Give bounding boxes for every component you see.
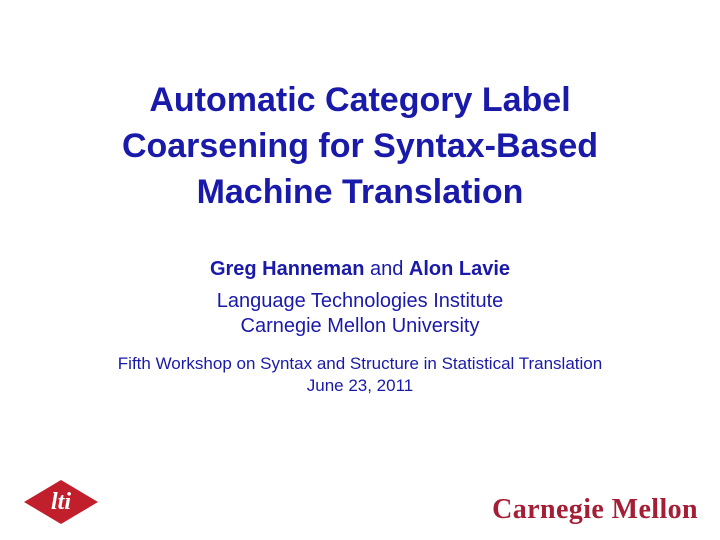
- title-line-1: Automatic Category Label: [122, 78, 598, 124]
- cmu-wordmark: Carnegie Mellon: [492, 494, 698, 526]
- institution-line-1: Language Technologies Institute: [217, 289, 504, 314]
- title-line-2: Coarsening for Syntax-Based: [122, 124, 598, 170]
- footer: lti Carnegie Mellon: [0, 478, 720, 526]
- authors-connector: and: [364, 258, 408, 280]
- author-1: Greg Hanneman: [210, 258, 364, 280]
- conference: Fifth Workshop on Syntax and Structure i…: [118, 353, 602, 397]
- title-block: Automatic Category Label Coarsening for …: [122, 78, 598, 216]
- title-line-3: Machine Translation: [122, 170, 598, 216]
- authors: Greg Hanneman and Alon Lavie: [210, 258, 510, 281]
- slide-title: Automatic Category Label Coarsening for …: [0, 0, 720, 540]
- institution-line-2: Carnegie Mellon University: [217, 314, 504, 339]
- author-2: Alon Lavie: [409, 258, 510, 280]
- conference-name: Fifth Workshop on Syntax and Structure i…: [118, 353, 602, 375]
- conference-date: June 23, 2011: [118, 375, 602, 397]
- lti-logo-icon: lti: [22, 478, 100, 526]
- lti-logo-text: lti: [51, 489, 71, 515]
- institution: Language Technologies Institute Carnegie…: [217, 289, 504, 339]
